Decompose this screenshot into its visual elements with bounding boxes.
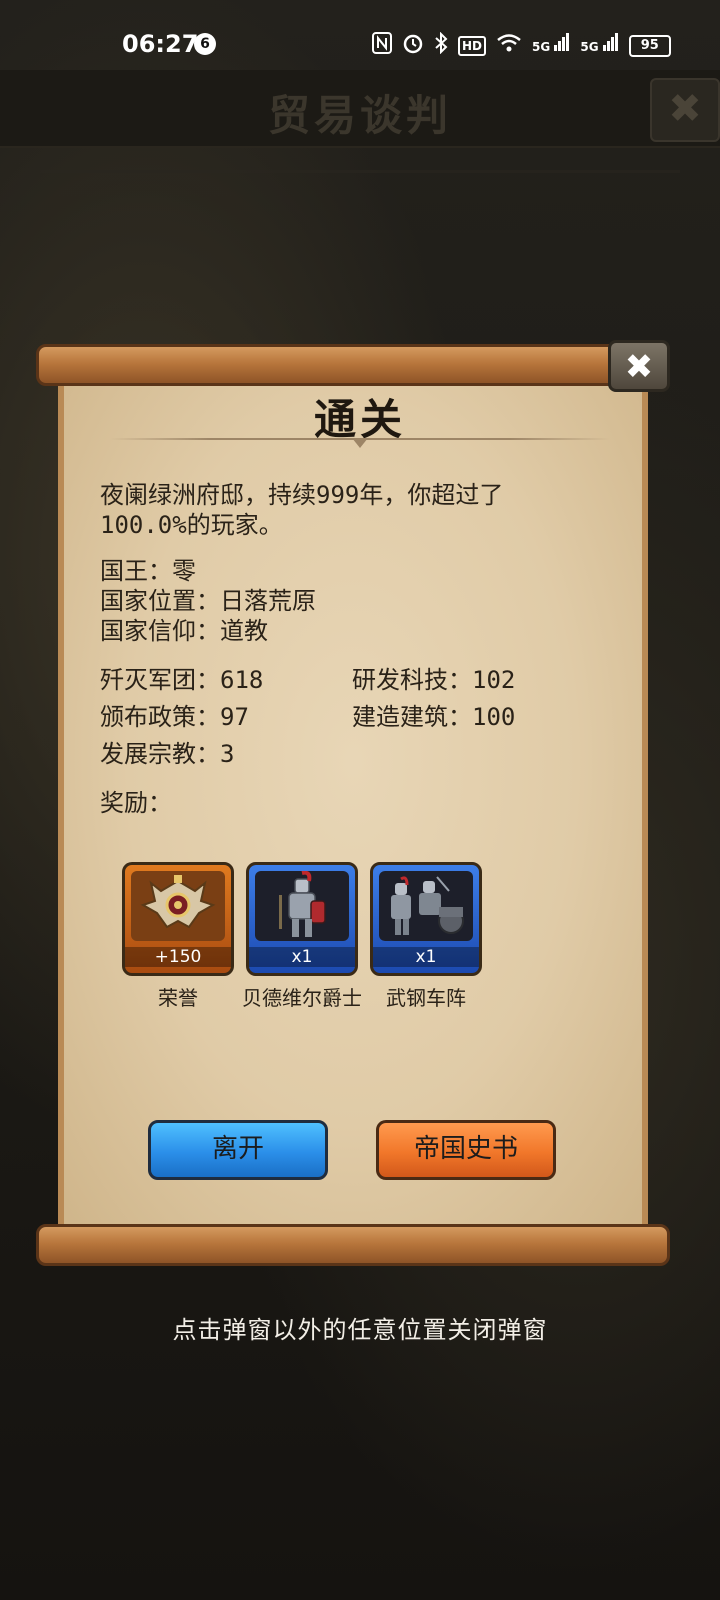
kingdom-religion: 国家信仰：道教 [100,617,268,645]
title-divider-ornament [352,438,368,448]
signal-5g-icon: 5G [580,32,618,59]
reward-honor[interactable]: +150 [122,862,234,976]
reward-knight-name: 贝德维尔爵士 [242,986,362,1010]
signal-5g-label: 5G [580,39,599,54]
kingdom-info: 国王：零 国家位置：日落荒原 国家信仰：道教 [100,556,316,646]
game-summary: 夜阑绿洲府邸，持续999年，你超过了100.0%的玩家。 [100,481,504,539]
reward-chariot-formation-count: x1 [373,947,479,967]
kingdom-location: 国家位置：日落荒原 [100,587,316,615]
scroll-bottom-roll [36,1224,670,1266]
close-icon: ✖ [624,347,654,387]
knight-icon [255,871,349,941]
background-title: 贸易谈判 [267,91,452,140]
background-close-icon: ✖ [650,78,720,142]
signal-5g-icon: 5G [532,32,570,59]
hd-icon: HD [458,34,487,58]
honor-emblem-icon [131,871,225,941]
stat-legions-destroyed: 歼灭军团：618 [100,666,264,694]
reward-knight-count: x1 [249,947,355,967]
battery-indicator: 95 [628,34,671,57]
wifi-icon [496,33,522,58]
reward-honor-name: 荣誉 [158,986,198,1010]
close-hint-text: 点击弹窗以外的任意位置关闭弹窗 [172,1316,548,1344]
stat-tech-researched: 研发科技：102 [352,666,516,694]
status-bar: 06:27 6 HD 5G 5G 95 [0,0,720,70]
stat-religions-developed: 发展宗教：3 [100,740,235,768]
reward-chariot-formation-name: 武钢车阵 [386,986,466,1010]
notification-badge: 6 [194,33,216,55]
close-dialog-button[interactable]: ✖ [608,340,670,392]
status-icons: HD 5G 5G 95 [372,31,671,59]
empire-history-button[interactable]: 帝国史书 [376,1120,556,1180]
rewards-label: 奖励： [100,789,172,817]
alarm-icon [402,32,424,59]
king-name: 国王：零 [100,557,196,585]
chariot-formation-icon [379,871,473,941]
stat-buildings-built: 建造建筑：100 [352,703,516,731]
status-time: 06:27 [122,30,199,58]
background-scene [40,170,680,333]
nfc-icon [372,32,392,59]
signal-5g-label: 5G [532,39,551,54]
leave-button[interactable]: 离开 [148,1120,328,1180]
hd-label: HD [458,35,487,56]
scroll-top-roll [36,344,670,386]
bluetooth-icon [434,31,448,59]
stat-policies-issued: 颁布政策：97 [100,703,249,731]
reward-chariot-formation[interactable]: x1 [370,862,482,976]
reward-knight[interactable]: x1 [246,862,358,976]
reward-honor-count: +150 [125,947,231,967]
